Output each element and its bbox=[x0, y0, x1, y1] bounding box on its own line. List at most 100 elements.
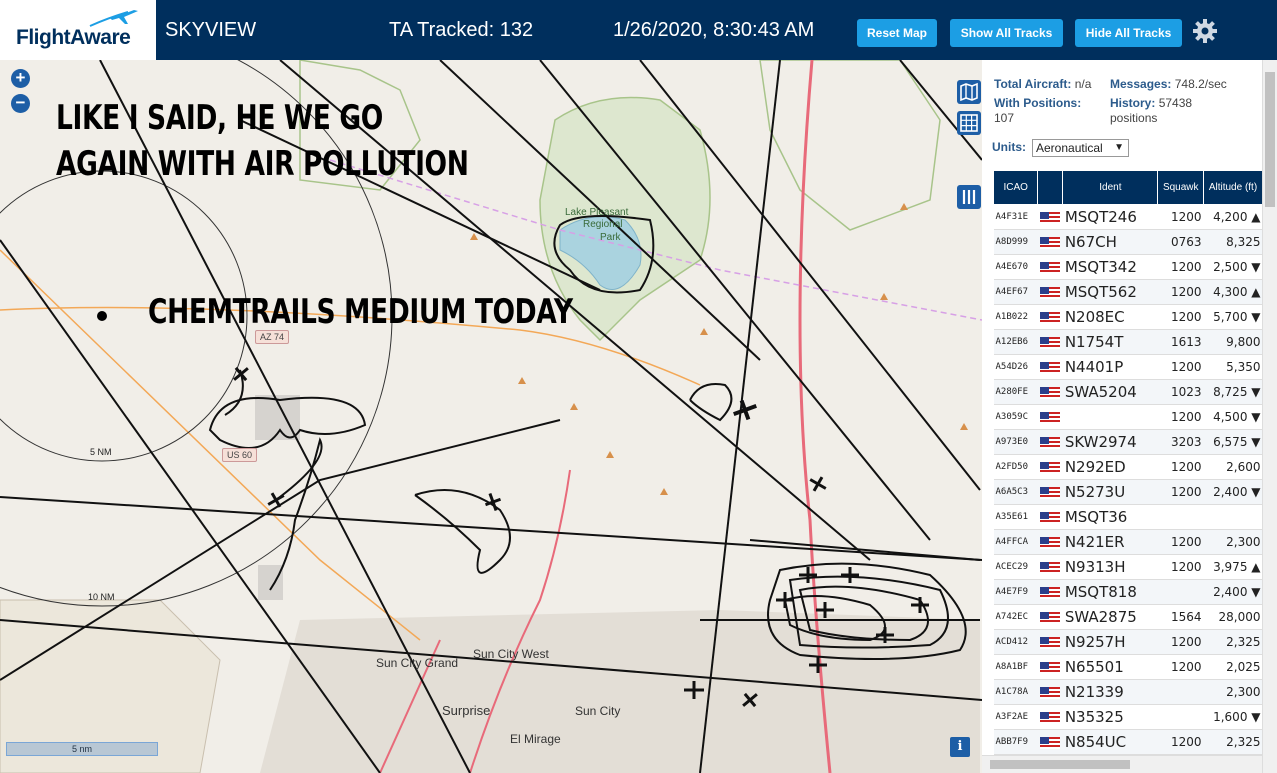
column-header-ident[interactable]: Ident bbox=[1062, 170, 1159, 205]
grid-toggle-button[interactable] bbox=[957, 111, 981, 135]
horizontal-scrollbar[interactable] bbox=[982, 755, 1262, 773]
squawk-cell: 1200 bbox=[1157, 254, 1204, 280]
table-row[interactable]: A6A5C3 N5273U 1200 2,400 ▼ bbox=[993, 479, 1263, 505]
icao-cell: A4E670 bbox=[993, 254, 1038, 280]
total-aircraft-label: Total Aircraft: bbox=[994, 77, 1072, 91]
flag-cell bbox=[1037, 354, 1063, 380]
altitude-cell: 4,500 ▼ bbox=[1203, 404, 1263, 430]
scrollbar-thumb[interactable] bbox=[990, 760, 1130, 769]
map-scale: 5 nm bbox=[6, 742, 158, 756]
squawk-cell bbox=[1157, 579, 1204, 605]
table-row[interactable]: A8A1BF N65501 1200 2,025 bbox=[993, 654, 1263, 680]
icao-cell: A54D26 bbox=[993, 354, 1038, 380]
table-row[interactable]: A973E0 SKW2974 3203 6,575 ▼ bbox=[993, 429, 1263, 455]
table-row[interactable]: A2FD50 N292ED 1200 2,600 bbox=[993, 454, 1263, 480]
column-header-altitude[interactable]: Altitude (ft) bbox=[1203, 170, 1263, 205]
ident-cell: N208EC bbox=[1062, 304, 1158, 330]
table-row[interactable]: A4E670 MSQT342 1200 2,500 ▼ bbox=[993, 254, 1263, 280]
flag-cell bbox=[1037, 329, 1063, 355]
with-positions-label: With Positions: bbox=[994, 96, 1082, 110]
units-select[interactable]: Aeronautical ▼ bbox=[1032, 139, 1129, 157]
table-row[interactable]: A35E61 MSQT36 bbox=[993, 504, 1263, 530]
table-row[interactable]: A4EF67 MSQT562 1200 4,300 ▲ bbox=[993, 279, 1263, 305]
ident-cell: N9257H bbox=[1062, 629, 1158, 655]
reset-map-button[interactable]: Reset Map bbox=[857, 19, 937, 47]
table-row[interactable]: A3F2AE N35325 1,600 ▼ bbox=[993, 704, 1263, 730]
top-bar: FlightAware SKYVIEW TA Tracked: 132 1/26… bbox=[0, 0, 1277, 60]
table-row[interactable]: A8D999 N67CH 0763 8,325 bbox=[993, 229, 1263, 255]
icao-cell: A3059C bbox=[993, 404, 1038, 430]
flag-cell bbox=[1037, 254, 1063, 280]
aircraft-table: ICAO Ident Squawk Altitude (ft) A4F31E MS… bbox=[992, 170, 1263, 755]
us-flag-icon bbox=[1039, 711, 1060, 724]
ident-cell bbox=[1062, 404, 1158, 430]
table-row[interactable]: ACD412 N9257H 1200 2,325 bbox=[993, 629, 1263, 655]
table-row[interactable]: A280FE SWA5204 1023 8,725 ▼ bbox=[993, 379, 1263, 405]
table-row[interactable]: A1C78A N21339 2,300 bbox=[993, 679, 1263, 705]
overlay-text-line-3: CHEMTRAILS MEDIUM TODAY bbox=[148, 292, 573, 332]
units-label: Units: bbox=[992, 140, 1026, 154]
squawk-cell: 1564 bbox=[1157, 604, 1204, 630]
road-label: US 60 bbox=[222, 448, 258, 462]
flightaware-logo[interactable]: FlightAware bbox=[0, 0, 156, 60]
squawk-cell: 1613 bbox=[1157, 329, 1204, 355]
column-header-squawk[interactable]: Squawk bbox=[1157, 170, 1204, 205]
icao-cell: A973E0 bbox=[993, 429, 1038, 455]
altitude-cell: 8,725 ▼ bbox=[1203, 379, 1263, 405]
us-flag-icon bbox=[1039, 436, 1060, 449]
altitude-cell: 2,325 bbox=[1203, 729, 1263, 755]
flag-cell bbox=[1037, 204, 1063, 230]
table-row[interactable]: A54D26 N4401P 1200 5,350 bbox=[993, 354, 1263, 380]
map-view[interactable]: + − LIKE I SAID, HE WE GO AGAIN WITH AIR… bbox=[0, 60, 982, 773]
scrollbar-thumb[interactable] bbox=[1265, 72, 1275, 207]
column-toggle-button[interactable] bbox=[957, 185, 981, 209]
us-flag-icon bbox=[1039, 636, 1060, 649]
flag-cell bbox=[1037, 429, 1063, 455]
flag-cell bbox=[1037, 504, 1063, 530]
column-header-flag[interactable] bbox=[1037, 170, 1064, 205]
map-icon bbox=[960, 82, 978, 102]
flag-cell bbox=[1037, 629, 1063, 655]
flag-cell bbox=[1037, 279, 1063, 305]
us-flag-icon bbox=[1039, 361, 1060, 374]
map-layers-button[interactable] bbox=[957, 80, 981, 104]
vertical-scrollbar[interactable] bbox=[1262, 60, 1277, 773]
history-unit: positions bbox=[1110, 111, 1158, 125]
messages-stat: Messages: 748.2/sec bbox=[1110, 77, 1227, 91]
altitude-cell: 6,575 ▼ bbox=[1203, 429, 1263, 455]
table-row[interactable]: ACEC29 N9313H 1200 3,975 ▲ bbox=[993, 554, 1263, 580]
settings-gear-icon[interactable] bbox=[1192, 18, 1218, 44]
flag-cell bbox=[1037, 404, 1063, 430]
history-stat: History: 57438 bbox=[1110, 96, 1192, 110]
with-positions-label-wrap: With Positions: bbox=[994, 96, 1081, 110]
altitude-cell: 2,300 bbox=[1203, 529, 1263, 555]
info-button[interactable]: i bbox=[950, 737, 970, 757]
zoom-in-button[interactable]: + bbox=[11, 69, 30, 88]
zoom-out-button[interactable]: − bbox=[11, 94, 30, 113]
table-row[interactable]: A1B022 N208EC 1200 5,700 ▼ bbox=[993, 304, 1263, 330]
table-row[interactable]: A12EB6 N1754T 1613 9,800 bbox=[993, 329, 1263, 355]
table-row[interactable]: ABB7F9 N854UC 1200 2,325 bbox=[993, 729, 1263, 755]
icao-cell: A1C78A bbox=[993, 679, 1038, 705]
altitude-cell: 28,000 bbox=[1203, 604, 1263, 630]
icao-cell: A4EF67 bbox=[993, 279, 1038, 305]
altitude-cell: 2,300 bbox=[1203, 679, 1263, 705]
flag-cell bbox=[1037, 479, 1063, 505]
table-row[interactable]: A4F31E MSQT246 1200 4,200 ▲ bbox=[993, 204, 1263, 230]
table-row[interactable]: A4E7F9 MSQT818 2,400 ▼ bbox=[993, 579, 1263, 605]
table-row[interactable]: A742EC SWA2875 1564 28,000 bbox=[993, 604, 1263, 630]
squawk-cell: 1200 bbox=[1157, 404, 1204, 430]
place-label: Surprise bbox=[442, 703, 491, 718]
table-row[interactable]: A4FFCA N421ER 1200 2,300 bbox=[993, 529, 1263, 555]
show-all-tracks-button[interactable]: Show All Tracks bbox=[950, 19, 1063, 47]
hide-all-tracks-button[interactable]: Hide All Tracks bbox=[1075, 19, 1182, 47]
altitude-cell: 2,500 ▼ bbox=[1203, 254, 1263, 280]
ident-cell: MSQT818 bbox=[1062, 579, 1158, 605]
altitude-cell: 4,300 ▲ bbox=[1203, 279, 1263, 305]
place-label: Sun City West bbox=[473, 647, 549, 661]
table-row[interactable]: A3059C 1200 4,500 ▼ bbox=[993, 404, 1263, 430]
icao-cell: A4E7F9 bbox=[993, 579, 1038, 605]
ident-cell: MSQT562 bbox=[1062, 279, 1158, 305]
us-flag-icon bbox=[1039, 411, 1060, 424]
column-header-icao[interactable]: ICAO bbox=[992, 170, 1039, 205]
